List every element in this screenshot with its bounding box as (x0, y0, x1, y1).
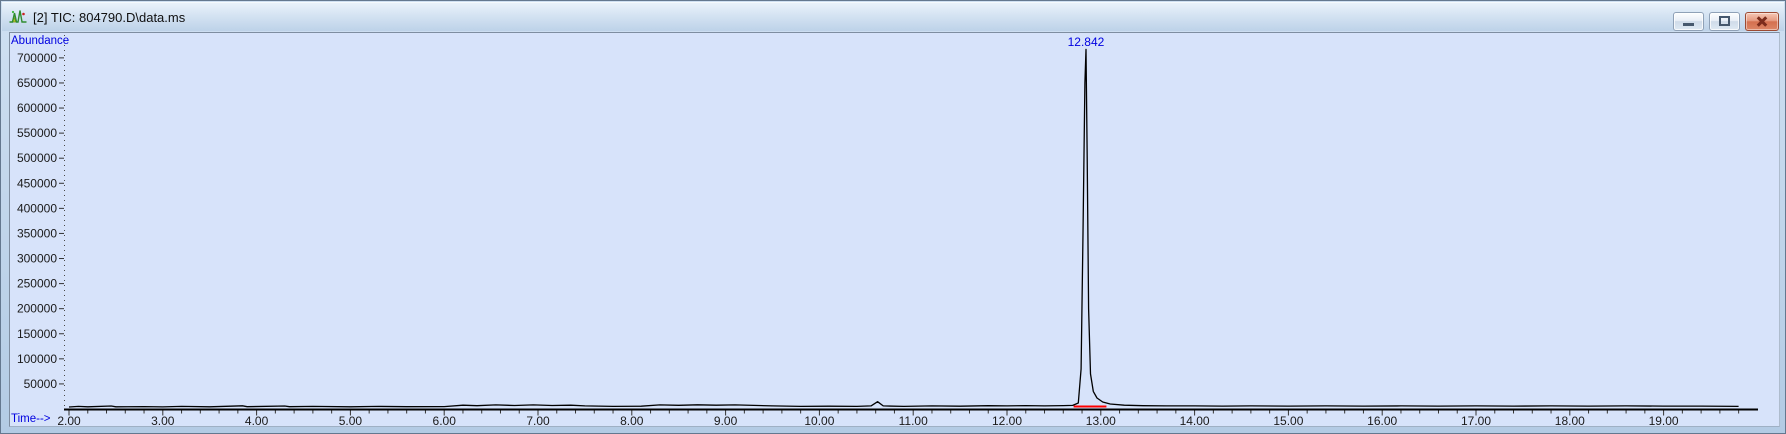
abundance-axis-label: Abundance (11, 35, 70, 47)
x-tick-label: 5.00 (339, 414, 363, 426)
x-tick-label: 14.00 (1180, 414, 1210, 426)
x-tick-label: 8.00 (620, 414, 644, 426)
window-title: [2] TIC: 804790.D\data.ms (33, 9, 186, 25)
chromatogram-window: [2] TIC: 804790.D\data.ms 50000 100000 150… (0, 0, 1786, 434)
y-tick-label: 550000 (17, 126, 57, 140)
y-tick-label: 450000 (17, 176, 57, 190)
y-tick-label: 250000 (17, 277, 57, 291)
y-tick-label: 350000 (17, 226, 57, 240)
x-tick-label: 16.00 (1367, 414, 1397, 426)
x-tick-label: 15.00 (1273, 414, 1303, 426)
time-axis-label: Time--> (11, 413, 51, 425)
x-tick-label: 9.00 (714, 414, 738, 426)
chromatogram-icon (9, 10, 27, 23)
x-tick-label: 3.00 (151, 414, 175, 426)
x-tick-label: 7.00 (526, 414, 550, 426)
y-tick-label: 150000 (17, 327, 57, 341)
x-tick-label: 6.00 (433, 414, 457, 426)
maximize-icon (1719, 16, 1730, 26)
peak-retention-label: 12.842 (1068, 35, 1105, 49)
x-tick-label: 4.00 (245, 414, 269, 426)
y-tick-label: 50000 (24, 377, 58, 391)
y-tick-label: 200000 (17, 302, 57, 316)
y-tick-label: 500000 (17, 151, 57, 165)
x-tick-label: 17.00 (1461, 414, 1491, 426)
x-tick-label: 11.00 (899, 414, 928, 426)
minimize-icon (1683, 23, 1694, 26)
x-tick-label: 13.00 (1086, 414, 1116, 426)
maximize-button[interactable] (1709, 12, 1740, 31)
window-controls (1673, 12, 1779, 31)
x-tick-label: 12.00 (992, 414, 1022, 426)
x-tick-label: 2.00 (57, 414, 81, 426)
x-tick-label: 19.00 (1649, 414, 1679, 426)
y-tick-label: 650000 (17, 76, 57, 90)
y-tick-label: 100000 (17, 352, 57, 366)
minimize-button[interactable] (1673, 12, 1704, 31)
y-tick-label: 300000 (17, 252, 57, 266)
y-tick-label: 700000 (17, 51, 57, 65)
tic-trace (68, 48, 1739, 408)
close-button[interactable] (1745, 12, 1779, 31)
x-tick-label: 18.00 (1555, 414, 1585, 426)
titlebar[interactable]: [2] TIC: 804790.D\data.ms (2, 2, 1784, 31)
x-tick-label: 10.00 (804, 414, 834, 426)
chromatogram-plot[interactable]: 50000 100000 150000 200000 250000 300000 35000… (10, 33, 1779, 426)
y-tick-label: 600000 (17, 101, 57, 115)
y-tick-label: 400000 (17, 201, 57, 215)
client-area: 50000 100000 150000 200000 250000 300000 35000… (9, 32, 1780, 427)
